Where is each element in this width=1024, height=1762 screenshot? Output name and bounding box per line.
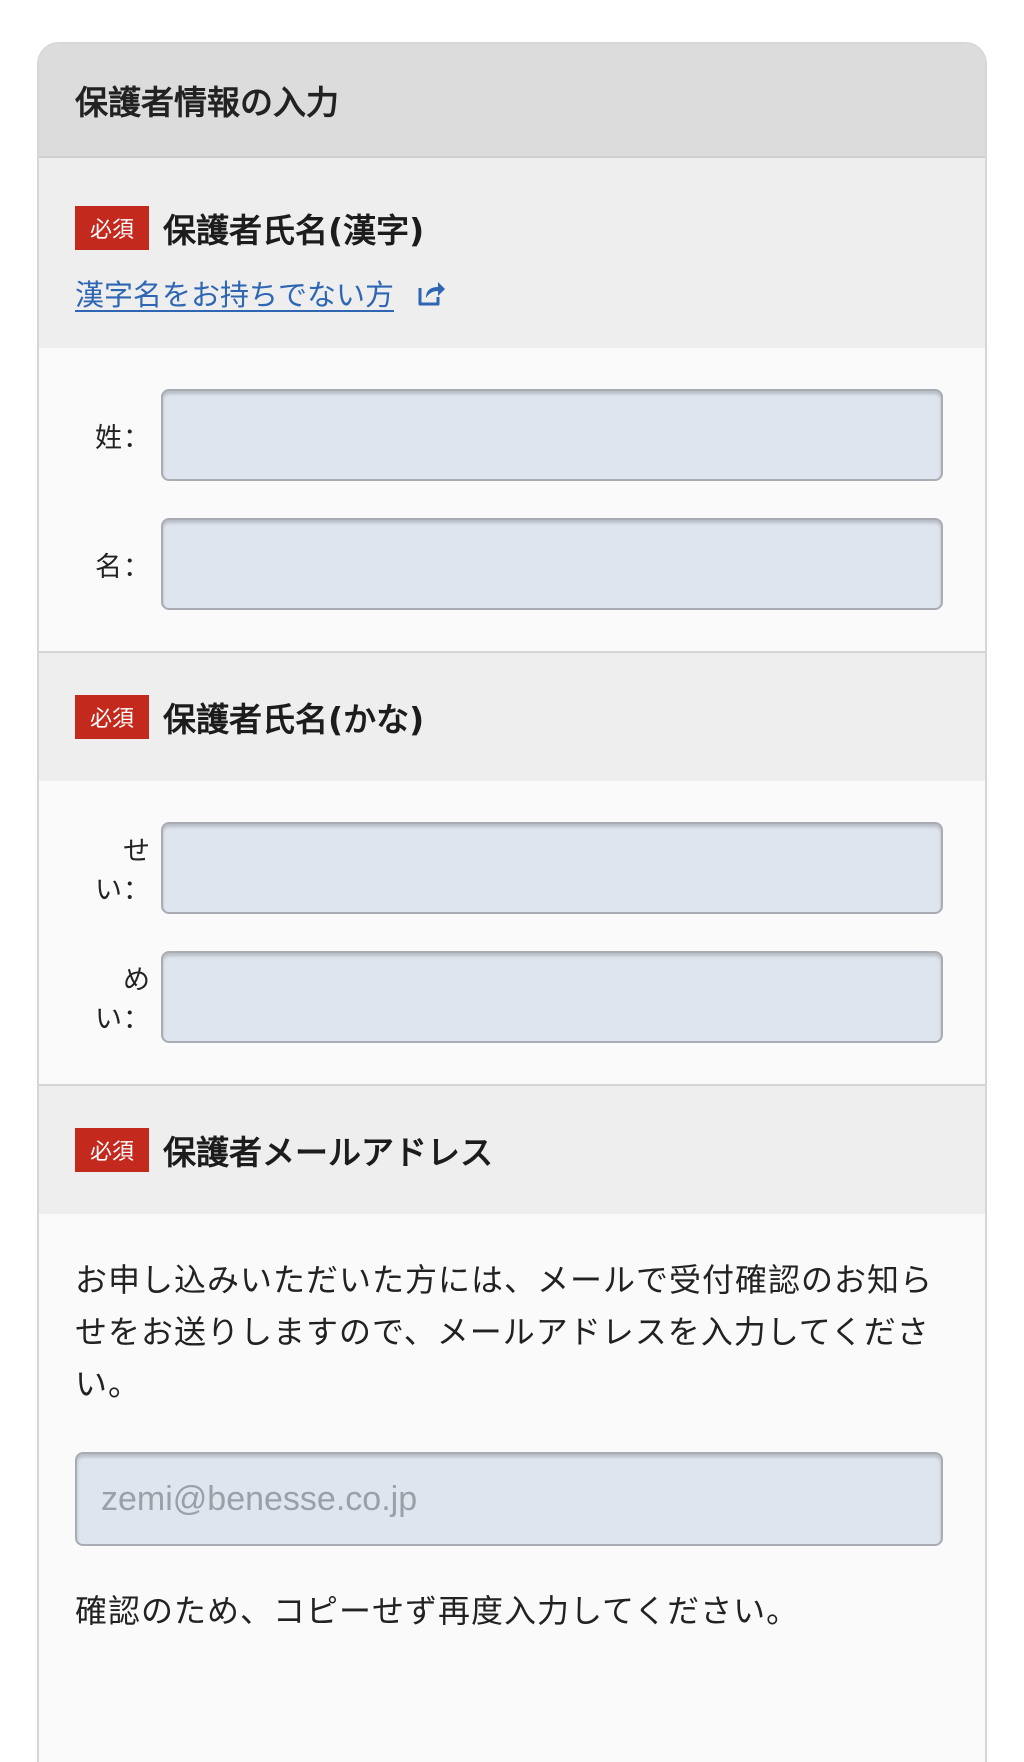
email-title: 保護者メールアドレス <box>163 1133 493 1172</box>
external-link-icon <box>416 278 446 308</box>
first-name-row: 名： <box>75 517 943 611</box>
kanji-name-section-header: 必須 保護者氏名(漢字) 漢字名をお持ちでない方 <box>39 158 985 348</box>
first-name-kana-input[interactable] <box>161 951 943 1043</box>
last-name-kana-label: せい： <box>95 836 151 906</box>
kana-name-section-header: 必須 保護者氏名(かな) <box>39 653 985 781</box>
kana-name-fields: せい： めい： <box>39 781 985 1084</box>
card-header: 保護者情報の入力 <box>39 44 985 158</box>
email-section-header: 必須 保護者メールアドレス <box>39 1086 985 1214</box>
kanji-name-title: 保護者氏名(漢字) <box>163 211 425 250</box>
no-kanji-name-link-label: 漢字名をお持ちでない方 <box>75 278 395 312</box>
email-confirm-note: 確認のため、コピーせず再度入力してください。 <box>75 1592 800 1630</box>
required-badge: 必須 <box>75 1128 149 1172</box>
first-name-kana-row: めい： <box>75 950 943 1044</box>
last-name-row: 姓： <box>75 388 943 482</box>
no-kanji-name-link[interactable]: 漢字名をお持ちでない方 <box>75 272 446 314</box>
last-name-kana-row: せい： <box>75 821 943 915</box>
email-input[interactable] <box>75 1452 943 1546</box>
card-title: 保護者情報の入力 <box>75 83 339 122</box>
email-section-body: お申し込みいただいた方には、メールで受付確認のお知らせをお送りしますので、メール… <box>39 1214 985 1632</box>
last-name-input[interactable] <box>161 389 943 481</box>
last-name-label: 姓： <box>95 422 151 454</box>
kanji-name-fields: 姓： 名： <box>39 348 985 651</box>
email-description: お申し込みいただいた方には、メールで受付確認のお知らせをお送りしますので、メール… <box>75 1261 934 1403</box>
first-name-input[interactable] <box>161 518 943 610</box>
kana-name-title: 保護者氏名(かな) <box>163 700 425 739</box>
guardian-info-card: 保護者情報の入力 必須 保護者氏名(漢字) 漢字名をお持ちでない方 姓： 名： <box>37 42 987 1762</box>
required-badge: 必須 <box>75 206 149 250</box>
first-name-label: 名： <box>95 551 151 583</box>
first-name-kana-label: めい： <box>95 965 151 1035</box>
required-badge: 必須 <box>75 695 149 739</box>
last-name-kana-input[interactable] <box>161 822 943 914</box>
